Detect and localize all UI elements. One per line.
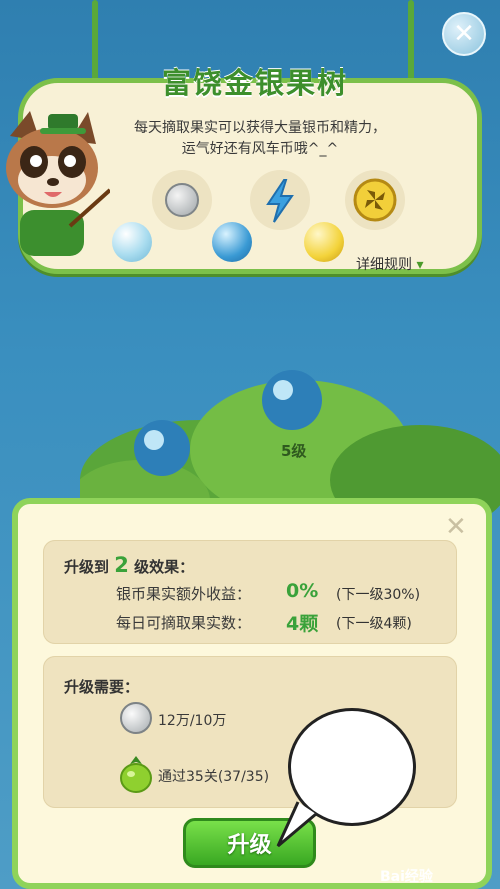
effect-row-next: (下一级4颗): [336, 616, 412, 632]
reward-slot-energy: [250, 170, 310, 230]
windmill-coin-icon: [353, 178, 397, 222]
vine-left: [92, 0, 98, 90]
effect-row-label: 银币果实额外收益：: [116, 585, 252, 603]
watermark: Bai经验: [380, 869, 433, 885]
detailed-rules-link[interactable]: 详细规则 ▾: [356, 254, 423, 274]
upgrade-button-label: 升级: [227, 833, 272, 858]
speech-bubble-tail: [276, 801, 317, 848]
requirements-heading: 升级需要：: [64, 678, 140, 696]
vine-right: [408, 0, 414, 90]
close-icon: ✕: [453, 19, 475, 49]
requirement-silver-text: 12万/10万: [158, 713, 227, 729]
banner-desc-line1: 每天摘取果实可以获得大量银币和精力，: [134, 120, 386, 136]
rules-link-label: 详细规则: [356, 257, 412, 273]
chevron-down-icon: ▾: [416, 257, 424, 273]
banner-description: 每天摘取果实可以获得大量银币和精力， 运气好还有风车币哦^_^: [110, 118, 410, 160]
effect-heading-level: 2: [114, 553, 129, 577]
effect-row-value: 0%: [286, 580, 319, 602]
gold-fruit: [304, 222, 344, 262]
energy-bolt-icon: [266, 179, 294, 223]
panel-close-button[interactable]: ✕: [445, 512, 467, 542]
banner-desc-line2: 运气好还有风车币哦^_^: [181, 141, 339, 157]
close-icon: ✕: [445, 512, 467, 542]
effect-row-label: 每日可摘取果实数：: [116, 614, 252, 632]
raccoon-mascot: [6, 111, 110, 256]
effect-heading-prefix: 升级到: [64, 558, 110, 576]
effect-heading-suffix: 级效果：: [134, 558, 195, 576]
blue-fruit: [212, 222, 252, 262]
green-fruit-icon: [120, 756, 152, 793]
effect-row-next: (下一级30%): [336, 587, 421, 603]
silver-fruit: [112, 222, 152, 262]
tree-level-label: 5级: [281, 442, 307, 460]
effect-row-value: 4颗: [286, 613, 319, 635]
close-button[interactable]: ✕: [442, 12, 486, 56]
reward-slot-windmill: [345, 170, 405, 230]
reward-slot-silver: [152, 170, 212, 230]
effect-heading: 升级到 2 级效果：: [64, 553, 194, 577]
silver-coin-icon: [120, 702, 152, 734]
silver-coin-icon: [165, 183, 199, 217]
banner-title: 富饶金银果树: [161, 66, 348, 100]
requirement-level-text: 通过35关(37/35): [158, 769, 270, 785]
